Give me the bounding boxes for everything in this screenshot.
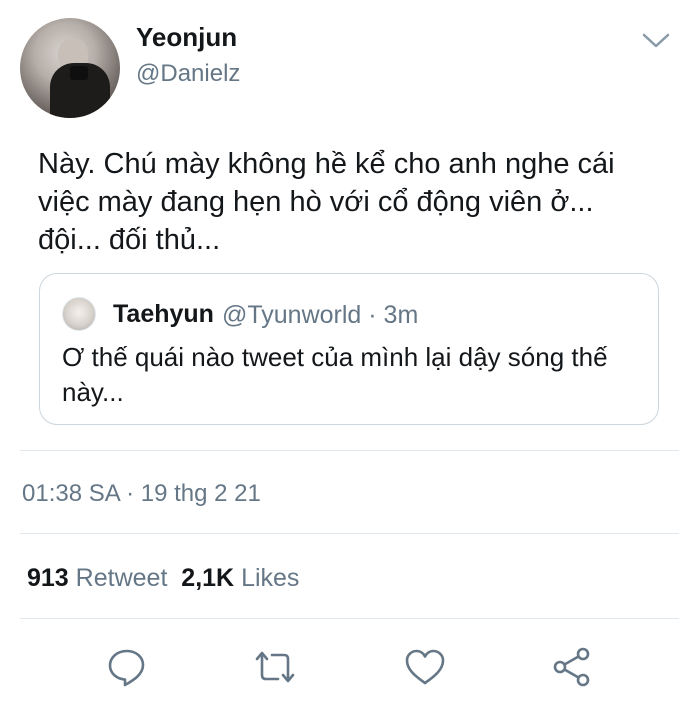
retweet-label[interactable]: Retweet bbox=[76, 564, 168, 592]
heart-icon bbox=[405, 649, 445, 685]
author-handle[interactable]: @Danielz bbox=[136, 60, 240, 88]
divider bbox=[20, 533, 679, 534]
quoted-author-name: Taehyun bbox=[113, 300, 214, 328]
tweet-timestamp[interactable]: 01:38 SA · 19 thg 2 21 bbox=[22, 480, 261, 508]
tweet-text-line: việc mày đang hẹn hò với cổ động viên ở.… bbox=[38, 186, 594, 218]
quoted-text-line: Ơ thế quái nào tweet của mình lại dậy só… bbox=[62, 342, 608, 372]
tweet-text-line: đội... đối thủ... bbox=[38, 224, 221, 256]
quoted-author-avatar bbox=[62, 297, 96, 331]
like-count[interactable]: 2,1K bbox=[181, 564, 234, 592]
reply-icon bbox=[108, 649, 145, 687]
quoted-text-line: này... bbox=[62, 377, 124, 407]
tweet-text: Này. Chú mày không hề kể cho anh nghe cá… bbox=[38, 145, 668, 259]
retweet-count[interactable]: 913 bbox=[27, 564, 69, 592]
divider bbox=[20, 618, 679, 619]
retweet-button[interactable] bbox=[253, 645, 297, 689]
quoted-author-meta: @Tyunworld · 3m bbox=[222, 301, 419, 329]
reply-button[interactable] bbox=[105, 645, 149, 689]
retweet-icon bbox=[255, 651, 295, 683]
author-name[interactable]: Yeonjun bbox=[136, 22, 237, 53]
tweet-text-line: Này. Chú mày không hề kể cho anh nghe cá… bbox=[38, 148, 615, 180]
like-label[interactable]: Likes bbox=[241, 564, 299, 592]
chevron-down-icon[interactable] bbox=[641, 30, 671, 50]
quoted-tweet-text: Ơ thế quái nào tweet của mình lại dậy só… bbox=[62, 340, 652, 410]
divider bbox=[20, 450, 679, 451]
share-icon bbox=[553, 647, 590, 687]
engagement-stats: 913 Retweet 2,1K Likes bbox=[27, 564, 299, 593]
quoted-tweet-card[interactable]: Taehyun @Tyunworld · 3m Ơ thế quái nào t… bbox=[39, 273, 659, 425]
share-button[interactable] bbox=[551, 645, 595, 689]
author-avatar[interactable] bbox=[20, 18, 120, 118]
like-button[interactable] bbox=[403, 645, 447, 689]
